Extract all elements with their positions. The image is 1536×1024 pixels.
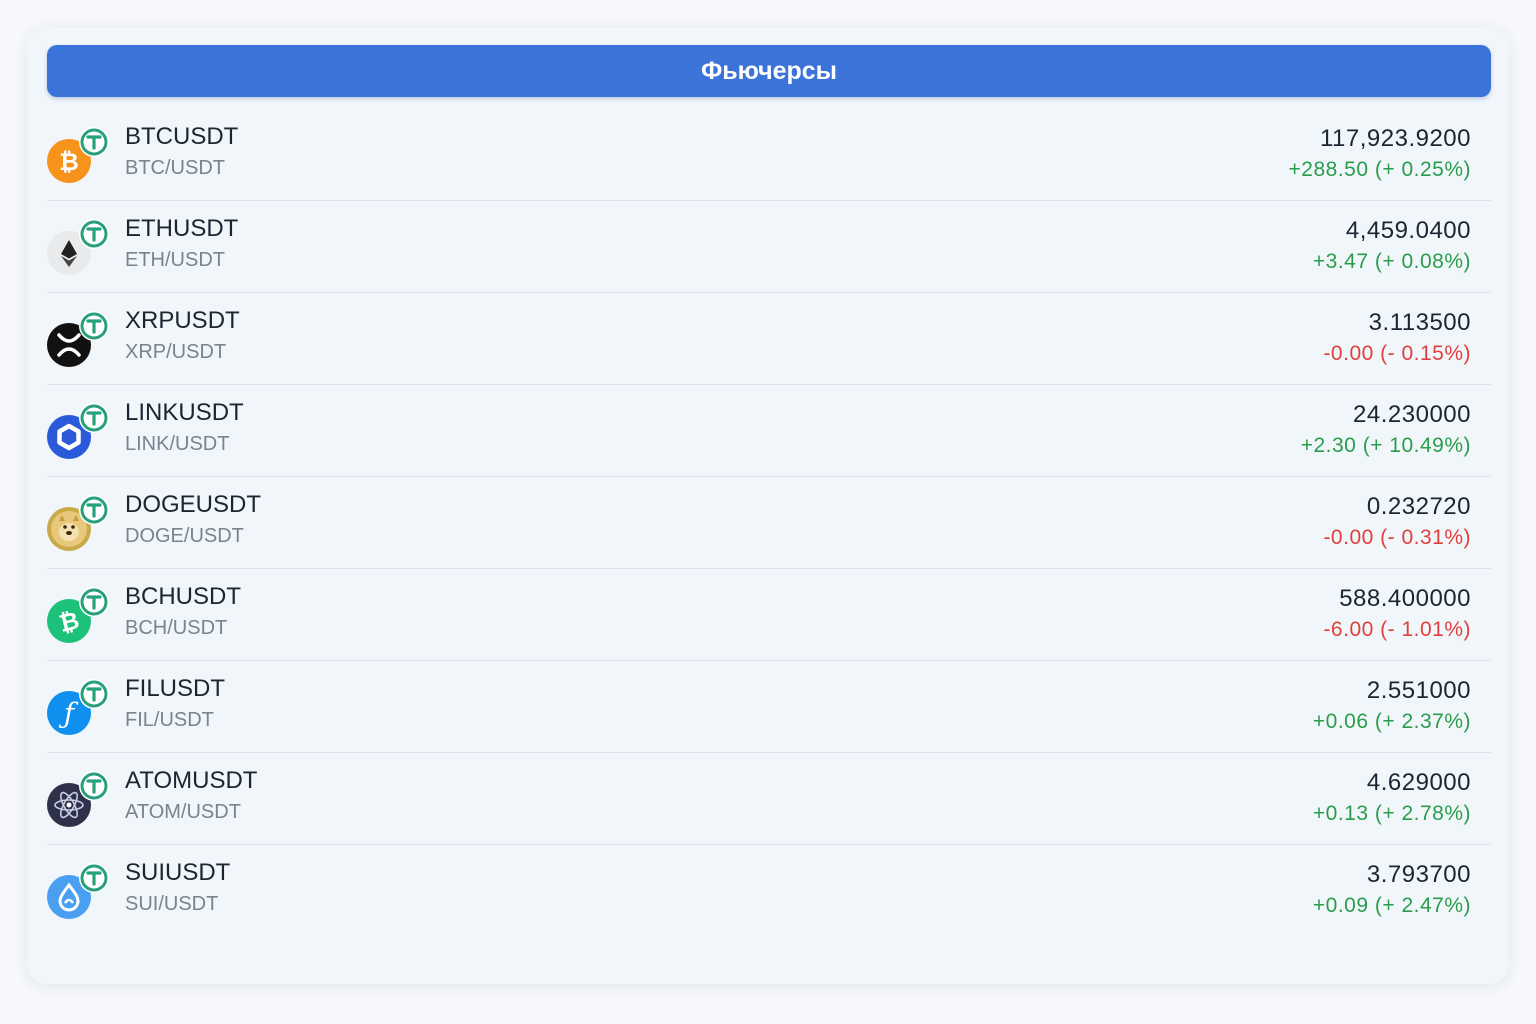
ticker-row-dogeusdt[interactable]: DOGEUSDT DOGE/USDT 0.232720 -0.00 (- 0.3… bbox=[47, 477, 1491, 569]
ticker-icon-group: ₿ bbox=[47, 587, 111, 647]
ticker-symbol: ATOMUSDT bbox=[125, 767, 258, 794]
ticker-price: 3.113500 bbox=[1368, 309, 1471, 336]
ticker-symbol: BTCUSDT bbox=[125, 123, 239, 150]
ticker-icon-group bbox=[47, 863, 111, 923]
ticker-pair: BCH/USDT bbox=[125, 617, 228, 639]
ticker-row-linkusdt[interactable]: LINKUSDT LINK/USDT 24.230000 +2.30 (+ 10… bbox=[47, 385, 1491, 477]
ticker-change: -6.00 (- 1.01%) bbox=[1323, 618, 1471, 641]
tether-icon bbox=[79, 219, 109, 249]
ticker-symbol: FILUSDT bbox=[125, 675, 226, 702]
ticker-change: +2.30 (+ 10.49%) bbox=[1300, 434, 1471, 457]
ticker-symbol: XRPUSDT bbox=[125, 307, 240, 334]
ticker-icon-group: ƒ bbox=[47, 679, 111, 739]
tether-icon bbox=[79, 127, 109, 157]
tether-icon bbox=[79, 587, 109, 617]
ticker-icon-group bbox=[47, 771, 111, 831]
ticker-icon-group bbox=[47, 311, 111, 371]
ticker-change: +288.50 (+ 0.25%) bbox=[1288, 158, 1471, 181]
ticker-price: 0.232720 bbox=[1366, 493, 1471, 520]
ticker-change: -0.00 (- 0.15%) bbox=[1323, 342, 1471, 365]
tether-icon bbox=[79, 311, 109, 341]
ticker-price: 24.230000 bbox=[1353, 401, 1471, 428]
ticker-pair: DOGE/USDT bbox=[125, 525, 244, 547]
tether-icon bbox=[79, 771, 109, 801]
ticker-row-atomusdt[interactable]: ATOMUSDT ATOM/USDT 4.629000 +0.13 (+ 2.7… bbox=[47, 753, 1491, 845]
ticker-price: 3.793700 bbox=[1366, 861, 1471, 888]
ticker-pair: LINK/USDT bbox=[125, 433, 230, 455]
ticker-price: 4,459.0400 bbox=[1345, 217, 1471, 244]
ticker-change: +0.06 (+ 2.37%) bbox=[1312, 710, 1471, 733]
ticker-change: -0.00 (- 0.31%) bbox=[1323, 526, 1471, 549]
ticker-row-btcusdt[interactable]: ₿ BTCUSDT BTC/USDT 117,923.9200 +288.50 … bbox=[47, 109, 1491, 201]
ticker-price: 2.551000 bbox=[1366, 677, 1471, 704]
svg-text:ƒ: ƒ bbox=[58, 697, 79, 730]
ticker-pair: XRP/USDT bbox=[125, 341, 227, 363]
ticker-change: +0.09 (+ 2.47%) bbox=[1312, 894, 1471, 917]
ticker-icon-group bbox=[47, 219, 111, 279]
ticker-pair: BTC/USDT bbox=[125, 157, 225, 179]
tether-icon bbox=[79, 495, 109, 525]
ticker-icon-group: ₿ bbox=[47, 127, 111, 187]
ticker-symbol: ETHUSDT bbox=[125, 215, 239, 242]
ticker-row-suiusdt[interactable]: SUIUSDT SUI/USDT 3.793700 +0.09 (+ 2.47%… bbox=[47, 845, 1491, 937]
tether-icon bbox=[79, 863, 109, 893]
ticker-price: 117,923.9200 bbox=[1319, 125, 1471, 152]
ticker-price: 588.400000 bbox=[1339, 585, 1471, 612]
ticker-icon-group bbox=[47, 495, 111, 555]
svg-text:₿: ₿ bbox=[59, 148, 79, 176]
ticker-symbol: SUIUSDT bbox=[125, 859, 231, 886]
ticker-row-filusdt[interactable]: ƒ FILUSDT FIL/USDT 2.551000 +0.06 (+ 2.3… bbox=[47, 661, 1491, 753]
futures-card: Фьючерсы ₿ BTCUSDT BTC/USDT 117,923.9200… bbox=[27, 28, 1509, 984]
ticker-change: +0.13 (+ 2.78%) bbox=[1312, 802, 1471, 825]
futures-tab-header[interactable]: Фьючерсы bbox=[47, 45, 1491, 97]
ticker-pair: ETH/USDT bbox=[125, 249, 225, 271]
tether-icon bbox=[79, 403, 109, 433]
ticker-row-bchusdt[interactable]: ₿ BCHUSDT BCH/USDT 588.400000 -6.00 (- 1… bbox=[47, 569, 1491, 661]
ticker-symbol: DOGEUSDT bbox=[125, 491, 262, 518]
ticker-change: +3.47 (+ 0.08%) bbox=[1312, 250, 1471, 273]
ticker-icon-group bbox=[47, 403, 111, 463]
ticker-list: ₿ BTCUSDT BTC/USDT 117,923.9200 +288.50 … bbox=[47, 109, 1491, 937]
ticker-pair: ATOM/USDT bbox=[125, 801, 241, 823]
ticker-pair: SUI/USDT bbox=[125, 893, 219, 915]
ticker-symbol: LINKUSDT bbox=[125, 399, 244, 426]
ticker-price: 4.629000 bbox=[1366, 769, 1471, 796]
ticker-row-xrpusdt[interactable]: XRPUSDT XRP/USDT 3.113500 -0.00 (- 0.15%… bbox=[47, 293, 1491, 385]
tether-icon bbox=[79, 679, 109, 709]
ticker-symbol: BCHUSDT bbox=[125, 583, 242, 610]
ticker-row-ethusdt[interactable]: ETHUSDT ETH/USDT 4,459.0400 +3.47 (+ 0.0… bbox=[47, 201, 1491, 293]
ticker-pair: FIL/USDT bbox=[125, 709, 214, 731]
